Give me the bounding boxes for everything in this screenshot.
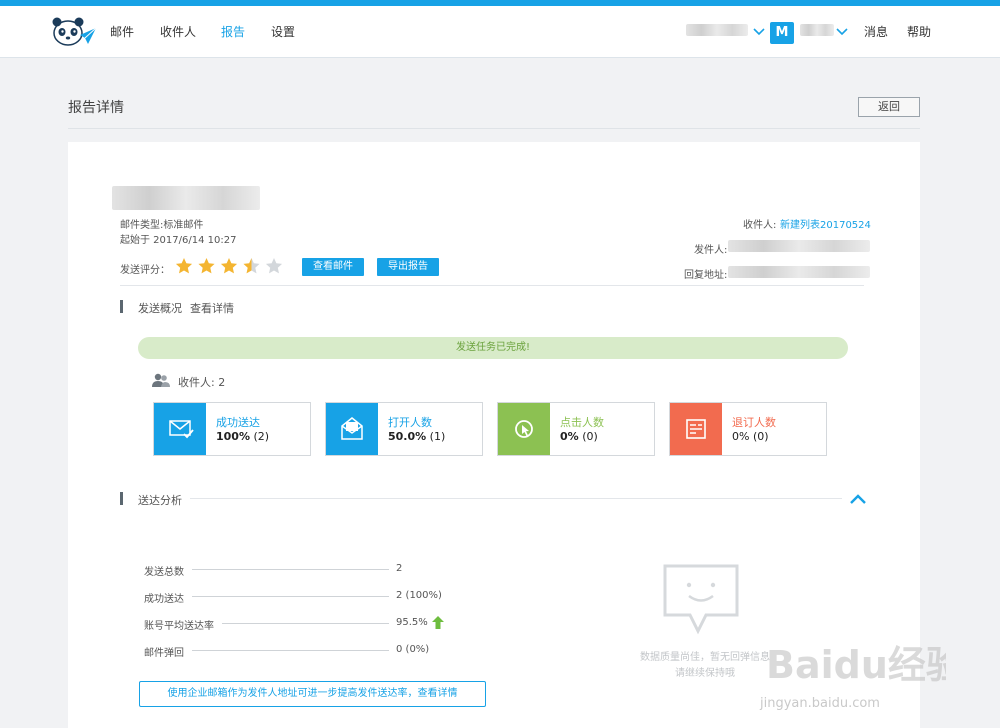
rating-star-icon	[243, 258, 260, 274]
analysis-label: 邮件弹回	[144, 648, 184, 659]
user-name-redacted[interactable]	[800, 24, 834, 36]
leader-line	[192, 596, 389, 597]
stat-value-row: 50.0% (1)	[388, 430, 445, 443]
section-marker	[120, 492, 123, 505]
analysis-value: 95.5%	[396, 617, 428, 628]
overview-title: 发送概况	[138, 302, 182, 315]
rating-star-icon	[175, 258, 193, 274]
stat-label: 打开人数	[388, 416, 432, 429]
mail-type: 邮件类型:标准邮件	[120, 220, 204, 231]
stat-clicks[interactable]: 点击人数 0% (0)	[497, 402, 655, 456]
rating-star-icon	[198, 258, 215, 274]
sender-redacted	[728, 240, 870, 252]
divider	[68, 128, 920, 129]
help-link[interactable]: 帮助	[907, 23, 931, 40]
export-report-button[interactable]: 导出报告	[377, 258, 439, 276]
stat-count: (2)	[253, 430, 270, 443]
stat-value-row: 0% (0)	[732, 430, 769, 443]
stat-unsubscribed[interactable]: 退订人数 0% (0)	[669, 402, 827, 456]
stat-percent: 0%	[560, 430, 579, 443]
rating-label: 发送评分：	[120, 265, 170, 276]
campaign-name-redacted	[112, 186, 260, 210]
enterprise-mail-tip-button[interactable]: 使用企业邮箱作为发件人地址可进一步提高发件送达率，查看详情	[139, 681, 486, 707]
stat-percent: 100%	[216, 430, 250, 443]
stat-count: (0)	[582, 430, 598, 443]
recipients-list-link[interactable]: 新建列表20170524	[780, 216, 871, 231]
analysis-label: 发送总数	[144, 567, 184, 578]
unsubscribe-doc-icon	[670, 403, 722, 455]
leader-line	[192, 569, 389, 570]
analysis-title: 送达分析	[138, 494, 182, 507]
stat-label: 成功送达	[216, 416, 260, 429]
watermark-url: jingyan.baidu.com	[760, 696, 880, 711]
rating-star-icon	[265, 258, 283, 274]
start-time: 起始于 2017/6/14 10:27	[120, 235, 237, 246]
nav-reports[interactable]: 报告	[221, 23, 245, 40]
watermark-brand-text: Baidu经验	[766, 643, 946, 687]
leader-line	[222, 623, 389, 624]
back-button[interactable]: 返回	[858, 97, 920, 117]
divider	[120, 285, 864, 286]
divider	[190, 498, 842, 499]
stat-value-row: 100% (2)	[216, 430, 269, 443]
empty-state-text: 数据质量尚佳，暂无回弹信息	[640, 652, 770, 663]
mail-check-icon	[154, 403, 206, 455]
account-name-redacted[interactable]	[686, 24, 748, 36]
sender-label: 发件人:	[694, 245, 728, 256]
analysis-value: 2	[396, 563, 403, 574]
stat-percent: 0%	[732, 430, 750, 443]
users-icon	[152, 373, 170, 387]
panda-logo-icon[interactable]	[50, 15, 98, 49]
recipients-count: 收件人: 2	[178, 376, 226, 389]
reply-address-label: 回复地址:	[684, 270, 728, 281]
reply-address-redacted	[728, 266, 870, 278]
stat-value-row: 0% (0)	[560, 430, 598, 443]
stat-count: (1)	[429, 430, 446, 443]
view-mail-button[interactable]: 查看邮件	[302, 258, 364, 276]
nav-recipients[interactable]: 收件人	[160, 23, 196, 40]
section-marker	[120, 300, 123, 313]
view-details-link[interactable]: 查看详情	[190, 300, 234, 316]
open-envelope-icon	[326, 403, 378, 455]
messages-link[interactable]: 消息	[864, 23, 888, 40]
stat-label: 点击人数	[560, 416, 604, 429]
stat-delivered[interactable]: 成功送达 100% (2)	[153, 402, 311, 456]
stat-percent: 50.0%	[388, 430, 427, 443]
avatar[interactable]: M	[770, 22, 794, 44]
analysis-label: 账号平均送达率	[144, 621, 214, 632]
analysis-label: 成功送达	[144, 594, 184, 605]
empty-state-subtext: 请继续保持哦	[675, 668, 735, 679]
analysis-value: 2 (100%)	[396, 590, 442, 601]
click-cursor-icon	[498, 403, 550, 455]
status-banner: 发送任务已完成!	[138, 337, 848, 359]
chevron-up-icon[interactable]	[849, 493, 867, 505]
stat-count: (0)	[752, 430, 769, 443]
rating-stars	[175, 258, 283, 274]
chat-smile-icon	[663, 564, 739, 635]
nav-mail[interactable]: 邮件	[110, 23, 134, 40]
chevron-down-icon[interactable]	[835, 27, 849, 37]
rating-star-icon	[220, 258, 238, 274]
nav-settings[interactable]: 设置	[271, 23, 295, 40]
leader-line	[192, 650, 389, 651]
analysis-value: 0 (0%)	[396, 644, 430, 655]
app-header: 邮件 收件人 报告 设置 M 消息 帮助	[0, 6, 1000, 58]
chevron-down-icon[interactable]	[752, 27, 766, 37]
recipients-label: 收件人:	[743, 220, 777, 231]
page-title: 报告详情	[68, 100, 124, 116]
arrow-up-icon	[432, 616, 444, 629]
stat-label: 退订人数	[732, 416, 776, 429]
stat-opened[interactable]: 打开人数 50.0% (1)	[325, 402, 483, 456]
